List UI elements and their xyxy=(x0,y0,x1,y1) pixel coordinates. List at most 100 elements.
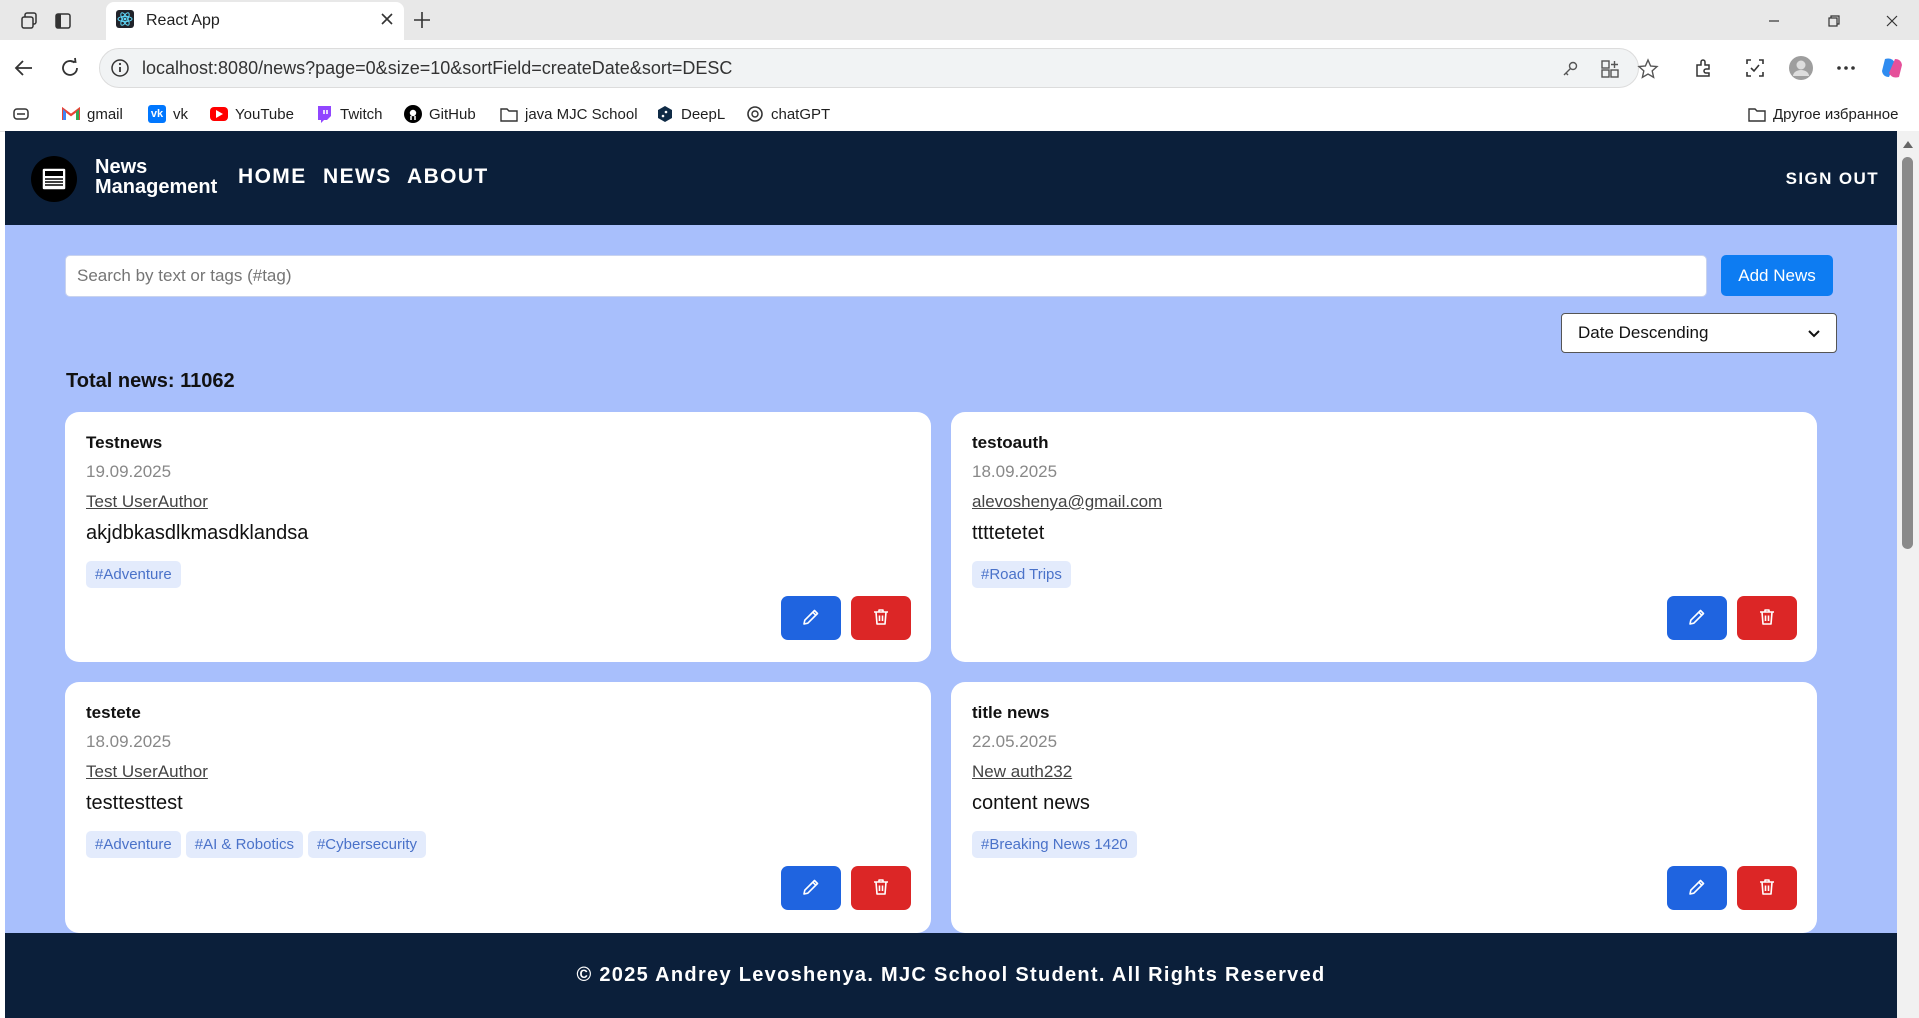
news-author-link[interactable]: New auth232 xyxy=(972,762,1072,782)
brand-line-2: Management xyxy=(95,176,218,198)
news-card[interactable]: testete 18.09.2025 Test UserAuthor testt… xyxy=(65,682,931,933)
nav-news[interactable]: NEWS xyxy=(323,165,392,189)
bookmark-label: Twitch xyxy=(340,105,383,123)
news-author-link[interactable]: alevoshenya@gmail.com xyxy=(972,492,1162,512)
restore-icon[interactable] xyxy=(1814,8,1854,34)
news-author-link[interactable]: Test UserAuthor xyxy=(86,492,208,512)
folder-icon xyxy=(1748,105,1766,123)
news-content: ttttetetet xyxy=(972,522,1045,544)
news-author-link[interactable]: Test UserAuthor xyxy=(86,762,208,782)
nav-about[interactable]: ABOUT xyxy=(407,165,489,189)
pencil-icon xyxy=(1687,877,1707,900)
youtube-icon xyxy=(210,107,228,121)
total-news-count: Total news: 11062 xyxy=(66,370,235,392)
hide-sidebar-icon[interactable] xyxy=(12,104,30,124)
bookmark-youtube[interactable]: YouTube xyxy=(210,104,294,124)
tag-chip[interactable]: #Road Trips xyxy=(972,561,1071,588)
address-bar[interactable]: localhost:8080/news?page=0&size=10&sortF… xyxy=(99,48,1659,88)
sort-selected-value: Date Descending xyxy=(1578,323,1709,342)
twitch-icon xyxy=(315,105,333,123)
bookmark-label: GitHub xyxy=(429,105,476,123)
news-logo-icon[interactable] xyxy=(31,156,77,202)
brand-title[interactable]: News Management xyxy=(95,157,217,197)
copilot-icon[interactable] xyxy=(1878,54,1906,82)
scrollbar-thumb[interactable] xyxy=(1902,157,1913,549)
other-bookmarks-label: Другое избранное xyxy=(1773,105,1899,123)
tag-chip[interactable]: #Breaking News 1420 xyxy=(972,831,1137,858)
address-toolbar: localhost:8080/news?page=0&size=10&sortF… xyxy=(0,40,1919,96)
delete-news-button[interactable] xyxy=(851,866,911,910)
add-news-button[interactable]: Add News xyxy=(1721,255,1833,296)
footer-copyright: © 2025 Andrey Levoshenya. MJC School Stu… xyxy=(576,964,1326,986)
tag-chip[interactable]: #Adventure xyxy=(86,561,181,588)
github-icon xyxy=(404,105,422,123)
sort-select[interactable]: Date Descending xyxy=(1561,313,1837,353)
news-card[interactable]: testoauth 18.09.2025 alevoshenya@gmail.c… xyxy=(951,412,1817,662)
edit-news-button[interactable] xyxy=(781,866,841,910)
tag-chip[interactable]: #Adventure xyxy=(86,831,181,858)
news-tags: #Breaking News 1420 xyxy=(972,831,1137,858)
sign-out-link[interactable]: SIGN OUT xyxy=(1786,169,1879,189)
news-tags: #Adventure #AI & Robotics #Cybersecurity xyxy=(86,831,426,858)
new-tab-button[interactable] xyxy=(412,6,432,35)
news-card[interactable]: Testnews 19.09.2025 Test UserAuthor akjd… xyxy=(65,412,931,662)
profile-avatar-icon[interactable] xyxy=(1787,54,1815,82)
other-bookmarks-folder[interactable]: Другое избранное xyxy=(1748,104,1898,124)
close-tab-icon[interactable] xyxy=(380,12,394,31)
footer: © 2025 Andrey Levoshenya. MJC School Stu… xyxy=(5,933,1897,1018)
scroll-up-arrow-icon[interactable] xyxy=(1902,139,1914,149)
chatgpt-icon xyxy=(746,105,764,123)
site-info-icon[interactable] xyxy=(110,58,130,83)
nav-home[interactable]: HOME xyxy=(238,165,307,189)
favorite-star-icon[interactable] xyxy=(1636,57,1660,81)
browser-tab-bar: React App xyxy=(0,0,1919,40)
more-menu-icon[interactable] xyxy=(1832,54,1860,82)
vk-icon: vk xyxy=(148,105,166,123)
back-icon[interactable] xyxy=(10,54,38,82)
news-title: title news xyxy=(972,703,1050,722)
bookmark-folder-java-mjc-school[interactable]: java MJC School xyxy=(500,104,638,124)
reload-icon[interactable] xyxy=(56,54,84,82)
delete-news-button[interactable] xyxy=(851,596,911,640)
react-logo-icon xyxy=(116,9,134,33)
edit-news-button[interactable] xyxy=(1667,866,1727,910)
add-app-icon[interactable] xyxy=(1598,57,1622,81)
bookmark-label: DeepL xyxy=(681,105,726,123)
edit-news-button[interactable] xyxy=(781,596,841,640)
bookmark-twitch[interactable]: Twitch xyxy=(315,104,383,124)
active-tab[interactable]: React App xyxy=(106,2,404,40)
news-tags: #Road Trips xyxy=(972,561,1071,588)
pencil-icon xyxy=(1687,607,1707,630)
delete-news-button[interactable] xyxy=(1737,866,1797,910)
tag-chip[interactable]: #Cybersecurity xyxy=(307,831,426,858)
minimize-icon[interactable] xyxy=(1754,8,1794,34)
trash-icon xyxy=(1757,607,1777,630)
vertical-tabs-icon[interactable] xyxy=(50,8,76,34)
tag-chip[interactable]: #AI & Robotics xyxy=(185,831,303,858)
news-title: Testnews xyxy=(86,433,163,452)
pencil-icon xyxy=(801,607,821,630)
page-scrollbar[interactable] xyxy=(1897,131,1919,1018)
bookmark-chatgpt[interactable]: chatGPT xyxy=(746,104,830,124)
bookmarks-bar: gmail vk vk YouTube Twitch GitHub java M… xyxy=(0,96,1919,132)
bookmark-label: vk xyxy=(173,105,188,123)
search-input[interactable] xyxy=(65,255,1707,297)
screenshot-icon[interactable] xyxy=(1741,54,1769,82)
news-card[interactable]: title news 22.05.2025 New auth232 conten… xyxy=(951,682,1817,933)
extensions-icon[interactable] xyxy=(1690,54,1718,82)
bookmark-deepl[interactable]: DeepL xyxy=(656,104,725,124)
news-tags: #Adventure xyxy=(86,561,181,588)
bookmark-github[interactable]: GitHub xyxy=(404,104,476,124)
workspaces-icon[interactable] xyxy=(16,8,42,34)
delete-news-button[interactable] xyxy=(1737,596,1797,640)
folder-icon xyxy=(500,105,518,123)
news-date: 22.05.2025 xyxy=(972,732,1058,751)
news-title: testoauth xyxy=(972,433,1049,452)
edit-news-button[interactable] xyxy=(1667,596,1727,640)
bookmark-label: chatGPT xyxy=(771,105,831,123)
tab-title: React App xyxy=(146,12,220,29)
password-key-icon[interactable] xyxy=(1558,57,1582,81)
close-window-icon[interactable] xyxy=(1872,8,1912,34)
bookmark-gmail[interactable]: gmail xyxy=(62,104,123,124)
bookmark-vk[interactable]: vk vk xyxy=(148,104,188,124)
